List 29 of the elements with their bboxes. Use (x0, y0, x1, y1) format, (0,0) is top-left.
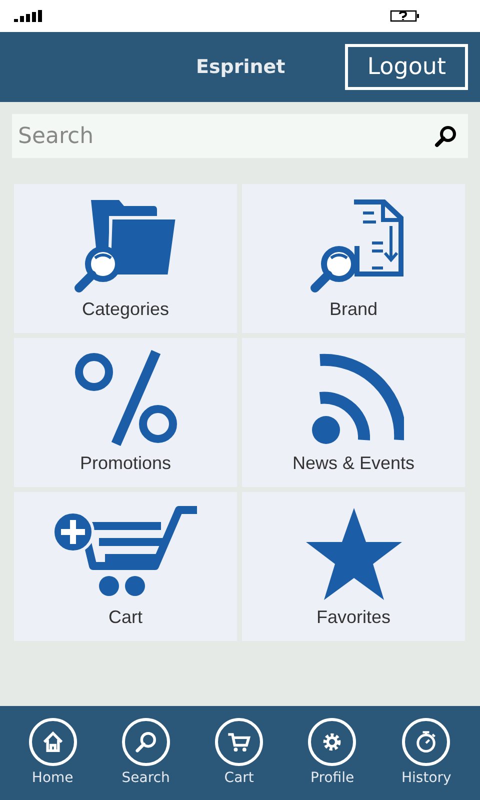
menu-tile[interactable]: Categories (14, 184, 237, 333)
app-title: Esprinet (196, 54, 286, 80)
tile-label: Cart (108, 606, 142, 629)
nav-tab[interactable]: Profile (308, 718, 356, 800)
menu-tile[interactable]: Cart (14, 492, 237, 641)
battery-icon (390, 10, 420, 22)
search-bar[interactable]: Search (12, 114, 468, 158)
tile-label: News & Events (292, 452, 415, 475)
home-icon (28, 718, 77, 766)
tile-label: Brand (329, 298, 378, 321)
signal-icon (14, 10, 44, 22)
settings-icon (308, 718, 356, 766)
nav-tab[interactable]: Home (28, 718, 77, 800)
stopwatch-icon (402, 718, 450, 766)
menu-tile[interactable]: News & Events (242, 338, 465, 487)
nav-tab[interactable]: Search (122, 718, 170, 800)
tile-label: Favorites (316, 606, 391, 629)
logout-button[interactable]: Logout (345, 44, 468, 90)
menu-tile[interactable]: Promotions (14, 338, 237, 487)
cart-icon (215, 718, 264, 766)
tile-label: Promotions (80, 452, 172, 475)
nav-tab[interactable]: History (402, 718, 452, 800)
nav-tab[interactable]: Cart (215, 718, 264, 800)
tile-label: Categories (82, 298, 170, 321)
search-icon[interactable] (434, 124, 458, 148)
menu-tile[interactable]: Favorites (242, 492, 465, 641)
search-field[interactable]: Search (16, 118, 434, 154)
menu-tile[interactable]: Brand (242, 184, 465, 333)
search-icon (122, 718, 170, 766)
